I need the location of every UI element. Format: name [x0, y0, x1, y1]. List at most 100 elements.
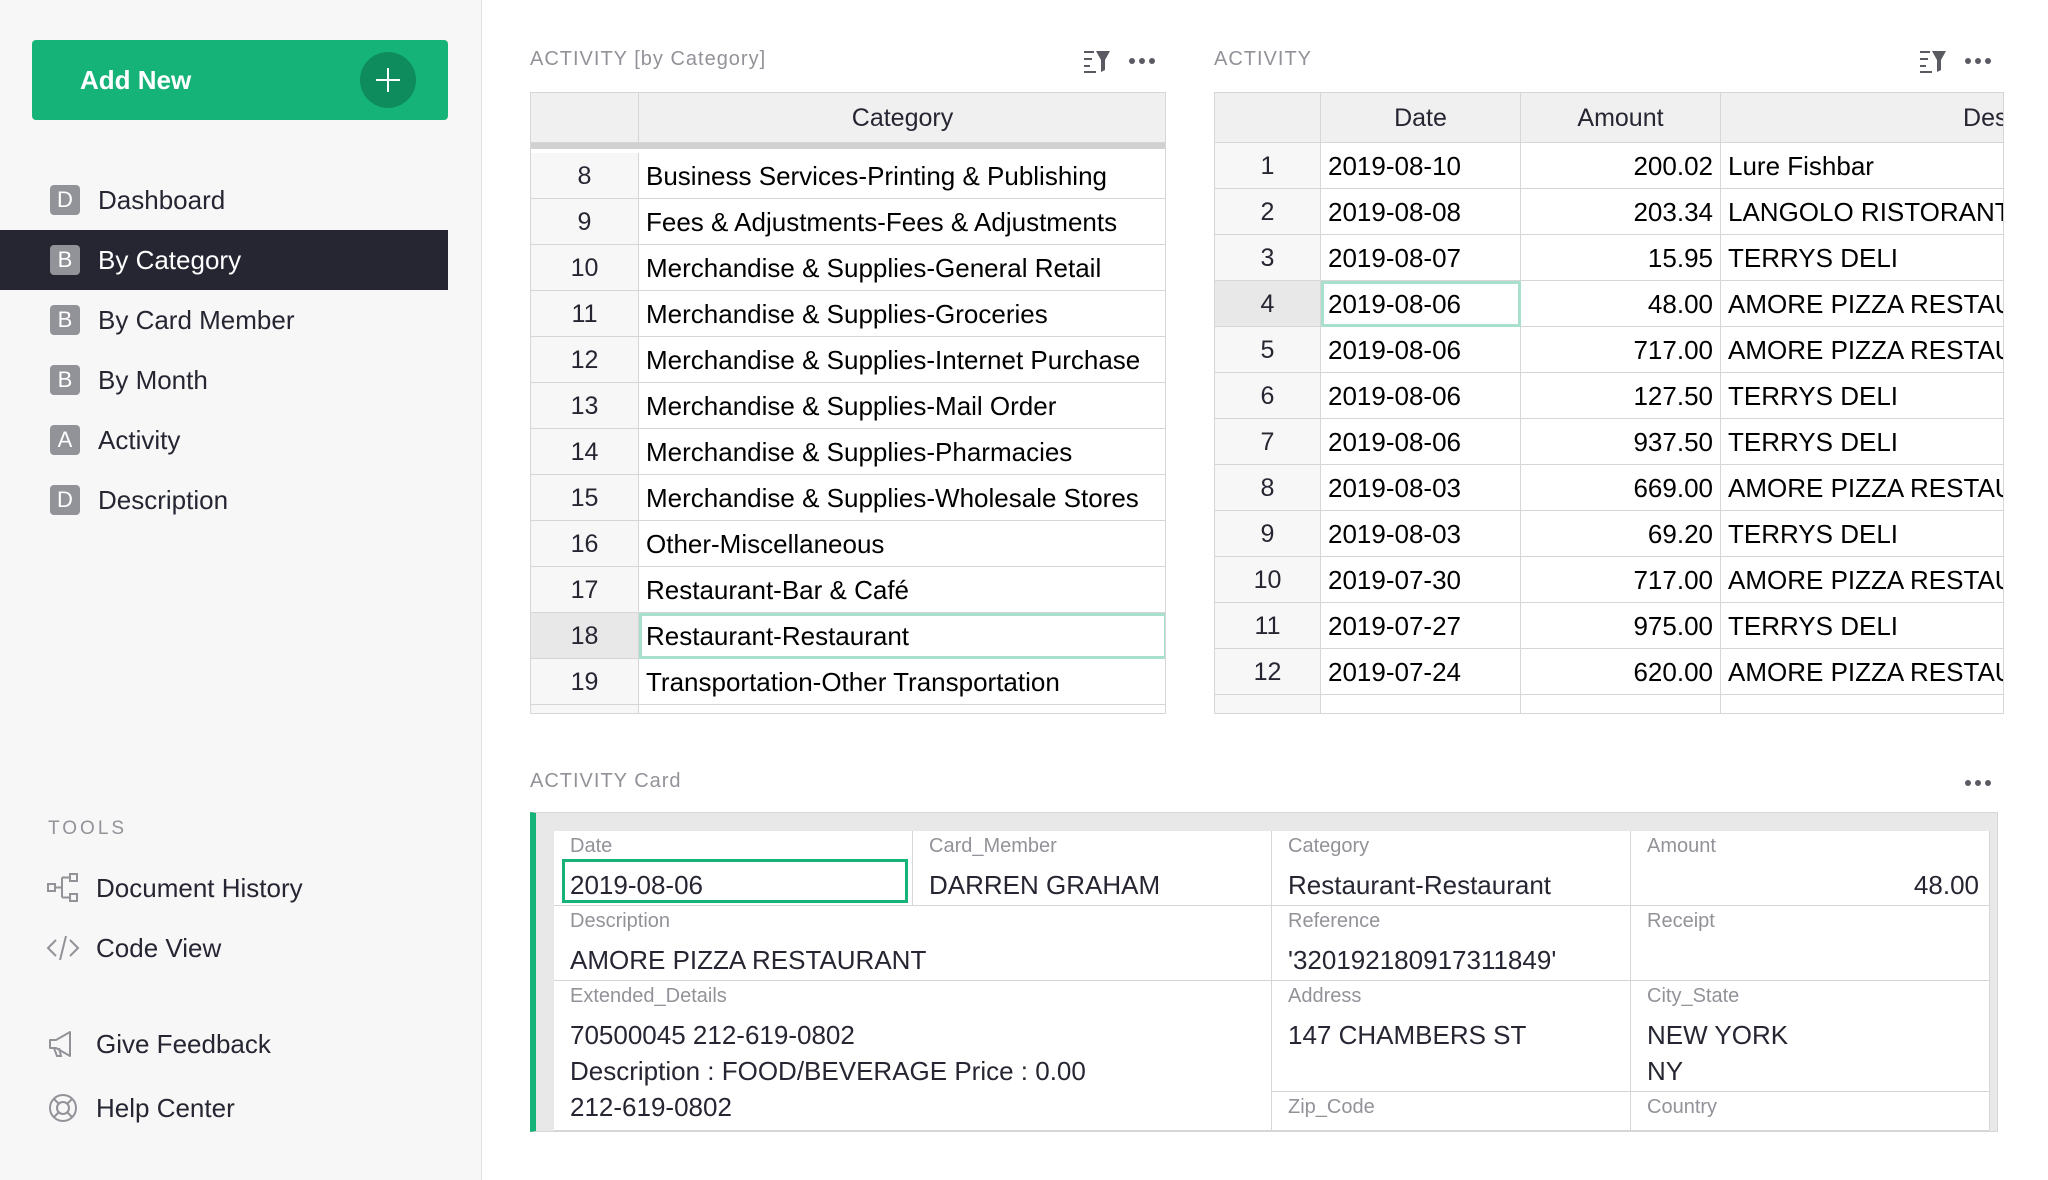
category-cell[interactable]: Merchandise & Supplies-Internet Purchase	[639, 337, 1165, 383]
amount-cell[interactable]: 620.00	[1521, 649, 1721, 695]
date-cell[interactable]: 2019-07-30	[1321, 557, 1521, 603]
row-number[interactable]	[531, 705, 639, 713]
description-cell[interactable]: AMORE PIZZA RESTAURANT	[1721, 327, 2003, 373]
description-cell[interactable]: TERRYS DELI	[1721, 419, 2003, 465]
category-cell[interactable]: Merchandise & Supplies-Pharmacies	[639, 429, 1165, 475]
field-category[interactable]: Category Restaurant-Restaurant	[1272, 831, 1631, 906]
field-address[interactable]: Address 147 CHAMBERS ST	[1272, 981, 1631, 1092]
category-cell[interactable]	[639, 705, 1165, 713]
field-value[interactable]: Restaurant-Restaurant	[1288, 867, 1620, 903]
row-number[interactable]: 9	[1215, 511, 1321, 557]
row-number[interactable]: 5	[1215, 327, 1321, 373]
sidebar-item-by-month[interactable]: B By Month	[0, 350, 448, 410]
date-cell[interactable]: 2019-08-06	[1321, 373, 1521, 419]
amount-cell[interactable]: 669.00	[1521, 465, 1721, 511]
category-cell[interactable]: Fees & Adjustments-Fees & Adjustments	[639, 199, 1165, 245]
field-value[interactable]: 70500045 212-619-0802 Description : FOOD…	[570, 1017, 1261, 1125]
row-number[interactable]: 18	[531, 613, 639, 659]
description-cell[interactable]: AMORE PIZZA RESTAURANT	[1721, 465, 2003, 511]
sort-filter-icon[interactable]	[1918, 48, 1948, 74]
description-cell[interactable]: AMORE PIZZA RESTAURANT	[1721, 281, 2003, 327]
description-cell[interactable]: TERRYS DELI	[1721, 603, 2003, 649]
row-number[interactable]: 8	[531, 153, 639, 199]
amount-cell[interactable]: 15.95	[1521, 235, 1721, 281]
help-center-link[interactable]: Help Center	[0, 1080, 448, 1136]
field-card-member[interactable]: Card_Member DARREN GRAHAM	[913, 831, 1272, 906]
row-number[interactable]: 17	[531, 567, 639, 613]
amount-cell[interactable]: 975.00	[1521, 603, 1721, 649]
more-options-icon[interactable]	[1964, 778, 1992, 788]
description-cell[interactable]: TERRYS DELI	[1721, 235, 2003, 281]
category-cell[interactable]: Business Services-Printing & Publishing	[639, 153, 1165, 199]
row-number[interactable]: 7	[1215, 419, 1321, 465]
description-cell[interactable]: LANGOLO RISTORANTE	[1721, 189, 2003, 235]
date-cell[interactable]: 2019-08-08	[1321, 189, 1521, 235]
field-value[interactable]: '320192180917311849'	[1288, 942, 1620, 978]
row-number[interactable]: 12	[1215, 649, 1321, 695]
date-cell[interactable]: 2019-08-07	[1321, 235, 1521, 281]
field-extended-details[interactable]: Extended_Details 70500045 212-619-0802 D…	[554, 981, 1272, 1131]
column-header-category[interactable]: Category	[639, 93, 1165, 143]
column-header-date[interactable]: Date	[1321, 93, 1521, 143]
row-number[interactable]: 14	[531, 429, 639, 475]
field-value[interactable]: NEW YORK NY	[1647, 1017, 1979, 1089]
code-view-link[interactable]: Code View	[0, 920, 448, 976]
date-cell[interactable]: 2019-08-06	[1321, 419, 1521, 465]
date-cell[interactable]: 2019-07-24	[1321, 649, 1521, 695]
date-cell[interactable]: 2019-08-10	[1321, 143, 1521, 189]
row-number[interactable]: 10	[1215, 557, 1321, 603]
amount-cell[interactable]: 717.00	[1521, 327, 1721, 373]
category-cell[interactable]: Merchandise & Supplies-Mail Order	[639, 383, 1165, 429]
date-cell[interactable]: 2019-07-27	[1321, 603, 1521, 649]
amount-cell[interactable]: 203.34	[1521, 189, 1721, 235]
category-cell[interactable]: Merchandise & Supplies-General Retail	[639, 245, 1165, 291]
date-cell[interactable]: 2019-08-06	[1321, 281, 1521, 327]
field-value[interactable]: 2019-08-06	[570, 867, 902, 903]
column-header-description[interactable]: Desc	[1721, 93, 2003, 143]
row-number[interactable]: 6	[1215, 373, 1321, 419]
sort-filter-icon[interactable]	[1082, 48, 1112, 74]
row-number[interactable]: 19	[531, 659, 639, 705]
add-new-button[interactable]: Add New	[32, 40, 448, 120]
document-history-link[interactable]: Document History	[0, 860, 448, 916]
row-number[interactable]: 1	[1215, 143, 1321, 189]
field-value[interactable]: 147 CHAMBERS ST	[1288, 1017, 1620, 1053]
amount-cell[interactable]: 69.20	[1521, 511, 1721, 557]
category-cell[interactable]: Restaurant-Restaurant	[639, 613, 1165, 659]
field-country[interactable]: Country	[1631, 1092, 1990, 1131]
column-header-amount[interactable]: Amount	[1521, 93, 1721, 143]
sidebar-item-by-category[interactable]: B By Category	[0, 230, 448, 290]
amount-cell[interactable]	[1521, 695, 1721, 713]
description-cell[interactable]: TERRYS DELI	[1721, 511, 2003, 557]
more-options-icon[interactable]	[1964, 56, 1992, 66]
sidebar-item-by-card-member[interactable]: B By Card Member	[0, 290, 448, 350]
sidebar-item-description[interactable]: D Description	[0, 470, 448, 530]
row-number[interactable]: 10	[531, 245, 639, 291]
row-number[interactable]: 11	[531, 291, 639, 337]
field-description[interactable]: Description AMORE PIZZA RESTAURANT	[554, 906, 1272, 981]
category-cell[interactable]: Other-Miscellaneous	[639, 521, 1165, 567]
sidebar-item-activity[interactable]: A Activity	[0, 410, 448, 470]
field-receipt[interactable]: Receipt	[1631, 906, 1990, 981]
amount-cell[interactable]: 717.00	[1521, 557, 1721, 603]
category-cell[interactable]: Merchandise & Supplies-Groceries	[639, 291, 1165, 337]
more-options-icon[interactable]	[1128, 56, 1156, 66]
row-number[interactable]: 8	[1215, 465, 1321, 511]
date-cell[interactable]: 2019-08-06	[1321, 327, 1521, 373]
row-number[interactable]: 13	[531, 383, 639, 429]
category-cell[interactable]: Transportation-Other Transportation	[639, 659, 1165, 705]
row-number[interactable]: 2	[1215, 189, 1321, 235]
field-amount[interactable]: Amount 48.00	[1631, 831, 1990, 906]
field-zip-code[interactable]: Zip_Code	[1272, 1092, 1631, 1131]
field-value[interactable]: AMORE PIZZA RESTAURANT	[570, 942, 1261, 978]
category-cell[interactable]: Restaurant-Bar & Café	[639, 567, 1165, 613]
row-number[interactable]: 9	[531, 199, 639, 245]
row-number[interactable]: 3	[1215, 235, 1321, 281]
category-cell[interactable]: Merchandise & Supplies-Wholesale Stores	[639, 475, 1165, 521]
amount-cell[interactable]: 937.50	[1521, 419, 1721, 465]
date-cell[interactable]: 2019-08-03	[1321, 511, 1521, 557]
field-date[interactable]: Date 2019-08-06	[554, 831, 913, 906]
row-number[interactable]: 4	[1215, 281, 1321, 327]
description-cell[interactable]: AMORE PIZZA RESTAURANT	[1721, 649, 2003, 695]
field-value[interactable]: 48.00	[1647, 867, 1979, 903]
